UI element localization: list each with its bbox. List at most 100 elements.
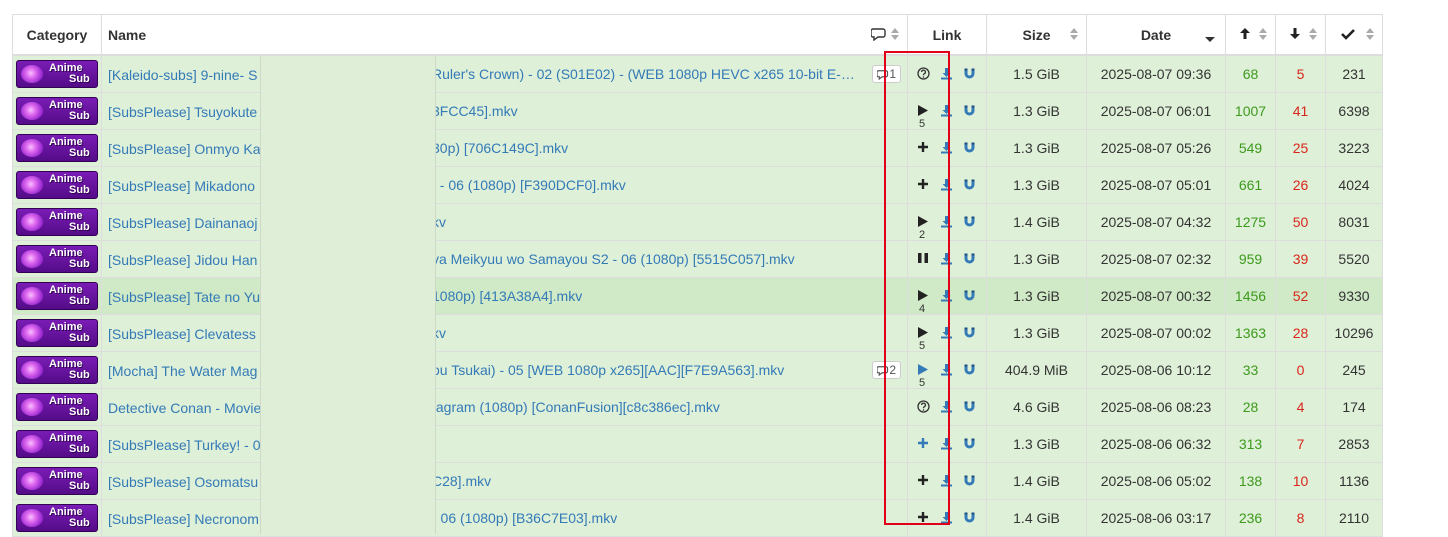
- table-row[interactable]: Anime Sub [SubsPlease] Necronom - 06 (10…: [12, 499, 1383, 537]
- torrent-name-tail[interactable]: 1080p) [413A38A4].mkv: [432, 279, 582, 314]
- sort-icon[interactable]: [1259, 28, 1267, 40]
- magnet-icon[interactable]: [963, 326, 977, 340]
- table-row[interactable]: Anime Sub [SubsPlease] Mikadono . - 06 (…: [12, 166, 1383, 204]
- sort-icon[interactable]: [1070, 28, 1078, 40]
- table-row[interactable]: Anime Sub [Mocha] The Water Mag ou Tsuka…: [12, 351, 1383, 389]
- torrent-name-tail[interactable]: tagram (1080p) [ConanFusion][c8c386ec].m…: [432, 390, 720, 425]
- download-icon[interactable]: [940, 67, 954, 81]
- category-badge[interactable]: Anime Sub: [16, 467, 98, 495]
- torrent-name-tail[interactable]: 3FCC45].mkv: [432, 94, 518, 129]
- table-row[interactable]: Anime Sub [SubsPlease] Onmyo Ka 30p) [70…: [12, 129, 1383, 167]
- plus-icon[interactable]: [917, 141, 931, 155]
- sort-desc-icon[interactable]: [1205, 37, 1215, 42]
- comments-badge[interactable]: 2: [872, 361, 901, 379]
- plus-icon[interactable]: [917, 178, 931, 192]
- torrent-name-link[interactable]: [Mocha] The Water Mag: [108, 363, 257, 379]
- play-icon[interactable]: 5: [917, 104, 931, 129]
- torrent-name-link[interactable]: [SubsPlease] Tsuyokute: [108, 104, 257, 120]
- header-completed[interactable]: [1325, 14, 1383, 56]
- download-icon[interactable]: [940, 141, 954, 155]
- torrent-name-link[interactable]: [SubsPlease] Onmyo Ka: [108, 141, 261, 157]
- table-row[interactable]: Anime Sub [SubsPlease] Tate no Yu 1080p)…: [12, 277, 1383, 315]
- download-icon[interactable]: [940, 215, 954, 229]
- plus-icon[interactable]: [917, 474, 931, 488]
- torrent-name-link[interactable]: [SubsPlease] Jidou Han: [108, 252, 257, 268]
- category-badge[interactable]: Anime Sub: [16, 319, 98, 347]
- play-icon[interactable]: 5: [917, 363, 931, 388]
- magnet-icon[interactable]: [963, 178, 977, 192]
- header-leechers[interactable]: [1275, 14, 1326, 56]
- play-icon[interactable]: 2: [917, 215, 931, 240]
- magnet-icon[interactable]: [963, 215, 977, 229]
- table-row[interactable]: Anime Sub [SubsPlease] Jidou Han va Meik…: [12, 240, 1383, 278]
- table-row[interactable]: Anime Sub [SubsPlease] Tsuyokute 3FCC45]…: [12, 92, 1383, 130]
- category-badge[interactable]: Anime Sub: [16, 134, 98, 162]
- torrent-name-link[interactable]: [SubsPlease] Mikadono: [108, 178, 255, 194]
- category-badge[interactable]: Anime Sub: [16, 356, 98, 384]
- pause-icon[interactable]: [917, 252, 931, 266]
- torrent-name-tail[interactable]: va Meikyuu wo Samayou S2 - 06 (1080p) [5…: [432, 242, 795, 277]
- table-row[interactable]: Anime Sub Detective Conan - Movie tagram…: [12, 388, 1383, 426]
- magnet-icon[interactable]: [963, 141, 977, 155]
- play-icon[interactable]: 4: [917, 289, 931, 314]
- plus-icon[interactable]: [917, 511, 931, 525]
- magnet-icon[interactable]: [963, 437, 977, 451]
- category-badge[interactable]: Anime Sub: [16, 245, 98, 273]
- download-icon[interactable]: [940, 326, 954, 340]
- download-icon[interactable]: [940, 474, 954, 488]
- magnet-icon[interactable]: [963, 474, 977, 488]
- torrent-name-link[interactable]: Detective Conan - Movie: [108, 400, 261, 416]
- torrent-name-tail[interactable]: C28].mkv: [432, 464, 491, 499]
- category-badge[interactable]: Anime Sub: [16, 430, 98, 458]
- download-icon[interactable]: [940, 252, 954, 266]
- magnet-icon[interactable]: [963, 104, 977, 118]
- magnet-icon[interactable]: [963, 511, 977, 525]
- torrent-name-link[interactable]: [SubsPlease] Dainanaoj: [108, 215, 257, 231]
- table-row[interactable]: Anime Sub [SubsPlease] Osomatsu C28].mkv…: [12, 462, 1383, 500]
- table-row[interactable]: Anime Sub [SubsPlease] Clevatess kv 5 1.…: [12, 314, 1383, 352]
- category-badge[interactable]: Anime Sub: [16, 393, 98, 421]
- torrent-name-link[interactable]: [SubsPlease] Tate no Yu: [108, 289, 260, 305]
- download-icon[interactable]: [940, 511, 954, 525]
- category-badge[interactable]: Anime Sub: [16, 208, 98, 236]
- torrent-name-link[interactable]: [SubsPlease] Turkey! - 0: [108, 437, 261, 453]
- header-date[interactable]: Date: [1086, 14, 1226, 56]
- category-badge[interactable]: Anime Sub: [16, 282, 98, 310]
- torrent-name-tail[interactable]: ou Tsukai) - 05 [WEB 1080p x265][AAC][F7…: [432, 353, 784, 388]
- download-icon[interactable]: [940, 104, 954, 118]
- header-size[interactable]: Size: [986, 14, 1087, 56]
- torrent-name-tail[interactable]: 30p) [706C149C].mkv: [432, 131, 568, 166]
- torrent-name-link[interactable]: [SubsPlease] Necronom: [108, 511, 259, 527]
- torrent-name-link[interactable]: [SubsPlease] Clevatess: [108, 326, 256, 342]
- torrent-name-link[interactable]: [Kaleido-subs] 9-nine- S: [108, 67, 257, 83]
- magnet-icon[interactable]: [963, 67, 977, 81]
- play-icon[interactable]: 5: [917, 326, 931, 351]
- download-icon[interactable]: [940, 400, 954, 414]
- magnet-icon[interactable]: [963, 289, 977, 303]
- magnet-icon[interactable]: [963, 400, 977, 414]
- sort-icon[interactable]: [1366, 28, 1374, 40]
- question-circle-icon[interactable]: [917, 67, 931, 81]
- download-icon[interactable]: [940, 363, 954, 377]
- torrent-name-tail[interactable]: - 06 (1080p) [B36C7E03].mkv: [432, 501, 617, 536]
- sort-icon[interactable]: [1309, 28, 1317, 40]
- torrent-name-link[interactable]: [SubsPlease] Osomatsu: [108, 474, 258, 490]
- sort-icon[interactable]: [891, 28, 899, 40]
- header-seeders[interactable]: [1225, 14, 1276, 56]
- torrent-name-tail[interactable]: . - 06 (1080p) [F390DCF0].mkv: [432, 168, 626, 203]
- header-name[interactable]: Name: [101, 14, 908, 56]
- download-icon[interactable]: [940, 289, 954, 303]
- magnet-icon[interactable]: [963, 363, 977, 377]
- table-row[interactable]: Anime Sub [SubsPlease] Dainanaoj kv 2 1.…: [12, 203, 1383, 241]
- download-icon[interactable]: [940, 178, 954, 192]
- category-badge[interactable]: Anime Sub: [16, 97, 98, 125]
- category-badge[interactable]: Anime Sub: [16, 60, 98, 88]
- category-badge[interactable]: Anime Sub: [16, 171, 98, 199]
- table-row[interactable]: Anime Sub [Kaleido-subs] 9-nine- S Ruler…: [12, 54, 1383, 93]
- table-row[interactable]: Anime Sub [SubsPlease] Turkey! - 0 1.3 G…: [12, 425, 1383, 463]
- magnet-icon[interactable]: [963, 252, 977, 266]
- category-badge[interactable]: Anime Sub: [16, 504, 98, 532]
- torrent-name-tail[interactable]: Ruler's Crown) - 02 (S01E02) - (WEB 1080…: [432, 56, 855, 92]
- comments-badge[interactable]: 1: [872, 65, 901, 83]
- download-icon[interactable]: [940, 437, 954, 451]
